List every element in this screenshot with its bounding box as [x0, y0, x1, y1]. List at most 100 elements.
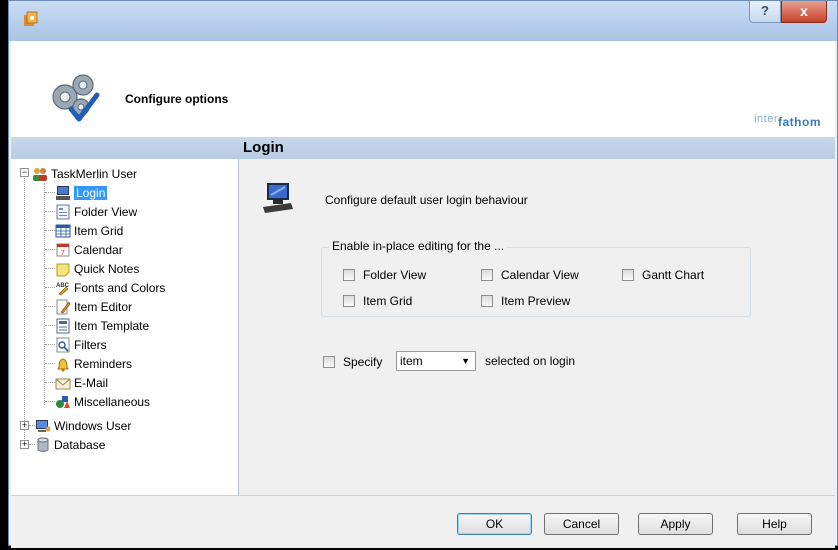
- tree-line: [45, 325, 55, 326]
- close-button[interactable]: x: [781, 1, 827, 23]
- options-tree[interactable]: − TaskMerlin User Login Folder View Item…: [11, 159, 239, 495]
- windows-user-icon: [36, 419, 51, 432]
- tree-label: Item Grid: [74, 223, 124, 238]
- checkbox-box[interactable]: [323, 356, 335, 368]
- item-preview-checkbox[interactable]: Item Preview: [481, 294, 570, 308]
- tree-line: [45, 268, 55, 269]
- section-header: Login: [11, 137, 835, 159]
- specify-dropdown[interactable]: item ▼: [396, 351, 476, 371]
- checkbox-box[interactable]: [481, 269, 493, 281]
- checkbox-box[interactable]: [481, 295, 493, 307]
- tree-line: [24, 173, 25, 447]
- tree-item-windows-user[interactable]: Windows User: [35, 416, 131, 434]
- cancel-button[interactable]: Cancel: [544, 513, 619, 535]
- app-icon: [24, 11, 38, 26]
- dialog-header: Configure options interfathom: [11, 41, 835, 137]
- tree-line: [45, 287, 55, 288]
- gears-check-icon: [52, 74, 100, 122]
- ok-button[interactable]: OK: [457, 513, 532, 535]
- tree-line: [45, 363, 55, 364]
- tree-line: [45, 306, 55, 307]
- checkbox-box[interactable]: [622, 269, 634, 281]
- tree-label: Quick Notes: [74, 261, 140, 276]
- checkbox-label: Item Grid: [363, 294, 413, 308]
- brand-part-2: fathom: [778, 115, 821, 129]
- tree-item-login[interactable]: Login: [55, 183, 108, 201]
- tree-line: [45, 249, 55, 250]
- item-grid-checkbox[interactable]: Item Grid: [343, 294, 412, 308]
- checkbox-label: Specify: [343, 355, 383, 369]
- tree-line: [45, 382, 55, 383]
- checkbox-box[interactable]: [343, 269, 355, 281]
- login-settings-panel: Configure default user login behaviour E…: [239, 159, 835, 495]
- tree-item-taskmerlin-user[interactable]: TaskMerlin User: [32, 164, 137, 182]
- tree-item-filters[interactable]: Filters: [55, 335, 107, 353]
- svg-text:ABC: ABC: [56, 283, 70, 289]
- tree-line: [45, 211, 55, 212]
- tree-label: Miscellaneous: [74, 394, 151, 409]
- folder-view-icon: [56, 204, 70, 220]
- tree-item-quick-notes[interactable]: Quick Notes: [55, 259, 139, 277]
- tree-line: [45, 401, 55, 402]
- tree-label: Folder View: [74, 204, 138, 219]
- folder-view-checkbox[interactable]: Folder View: [343, 268, 426, 282]
- tree-line: [44, 183, 45, 405]
- tree-item-database[interactable]: Database: [35, 435, 105, 453]
- tree-line: [45, 192, 55, 193]
- brand-part-1: inter: [754, 113, 778, 125]
- gantt-chart-checkbox[interactable]: Gantt Chart: [622, 268, 704, 282]
- calendar-view-checkbox[interactable]: Calendar View: [481, 268, 579, 282]
- title-bar: ? x: [9, 1, 837, 41]
- editor-icon: [56, 299, 71, 315]
- misc-icon: [56, 395, 70, 408]
- tree-item-item-grid[interactable]: Item Grid: [55, 221, 123, 239]
- checkbox-label: Folder View: [363, 268, 427, 282]
- tree-label: Database: [54, 437, 106, 452]
- tree-item-reminders[interactable]: Reminders: [55, 354, 132, 372]
- specify-checkbox[interactable]: Specify: [323, 355, 382, 369]
- tree-label: TaskMerlin User: [51, 166, 138, 181]
- tree-item-calendar[interactable]: 7 Calendar: [55, 240, 123, 258]
- computer-icon: [263, 183, 293, 213]
- note-icon: [56, 263, 70, 277]
- in-place-editing-label: Enable in-place editing for the ...: [329, 239, 508, 253]
- help-titlebar-button[interactable]: ?: [749, 1, 781, 23]
- tree-label: Fonts and Colors: [74, 280, 166, 295]
- help-button[interactable]: Help: [737, 513, 812, 535]
- tree-label: Reminders: [74, 356, 133, 371]
- computer-icon: [56, 185, 70, 200]
- tree-item-folder-view[interactable]: Folder View: [55, 202, 137, 220]
- tree-line: [45, 230, 55, 231]
- checkbox-label: Item Preview: [501, 294, 571, 308]
- dropdown-arrow-icon[interactable]: ▼: [461, 352, 470, 370]
- selected-on-login-label: selected on login: [485, 354, 576, 368]
- dialog-title: Configure options: [125, 92, 229, 106]
- tree-label: Item Editor: [74, 299, 133, 314]
- grid-icon: [55, 224, 71, 238]
- dialog-footer: OK Cancel Apply Help: [11, 495, 835, 548]
- tree-label: E-Mail: [74, 375, 109, 390]
- tree-item-miscellaneous[interactable]: Miscellaneous: [55, 392, 150, 410]
- tree-item-item-editor[interactable]: Item Editor: [55, 297, 132, 315]
- bell-icon: [57, 358, 69, 372]
- tree-label: Item Template: [74, 318, 150, 333]
- fonts-icon: ABC: [56, 283, 70, 296]
- tree-label: Windows User: [54, 418, 132, 433]
- collapse-toggle[interactable]: −: [20, 168, 29, 177]
- tree-item-fonts-and-colors[interactable]: ABC Fonts and Colors: [55, 278, 165, 296]
- database-icon: [37, 437, 49, 452]
- tree-label: Filters: [74, 337, 107, 352]
- checkbox-label: Calendar View: [501, 268, 579, 282]
- apply-button[interactable]: Apply: [638, 513, 713, 535]
- tree-item-item-template[interactable]: Item Template: [55, 316, 149, 334]
- expand-toggle[interactable]: +: [20, 421, 29, 430]
- template-icon: [56, 318, 70, 334]
- tree-label: Login: [74, 185, 108, 200]
- checkbox-box[interactable]: [343, 295, 355, 307]
- expand-toggle[interactable]: +: [20, 440, 29, 449]
- tree-line: [45, 344, 55, 345]
- tree-item-e-mail[interactable]: E-Mail: [55, 373, 108, 391]
- brand-logo: interfathom: [754, 111, 821, 129]
- users-icon: [33, 167, 47, 181]
- svg-text:7: 7: [61, 250, 65, 257]
